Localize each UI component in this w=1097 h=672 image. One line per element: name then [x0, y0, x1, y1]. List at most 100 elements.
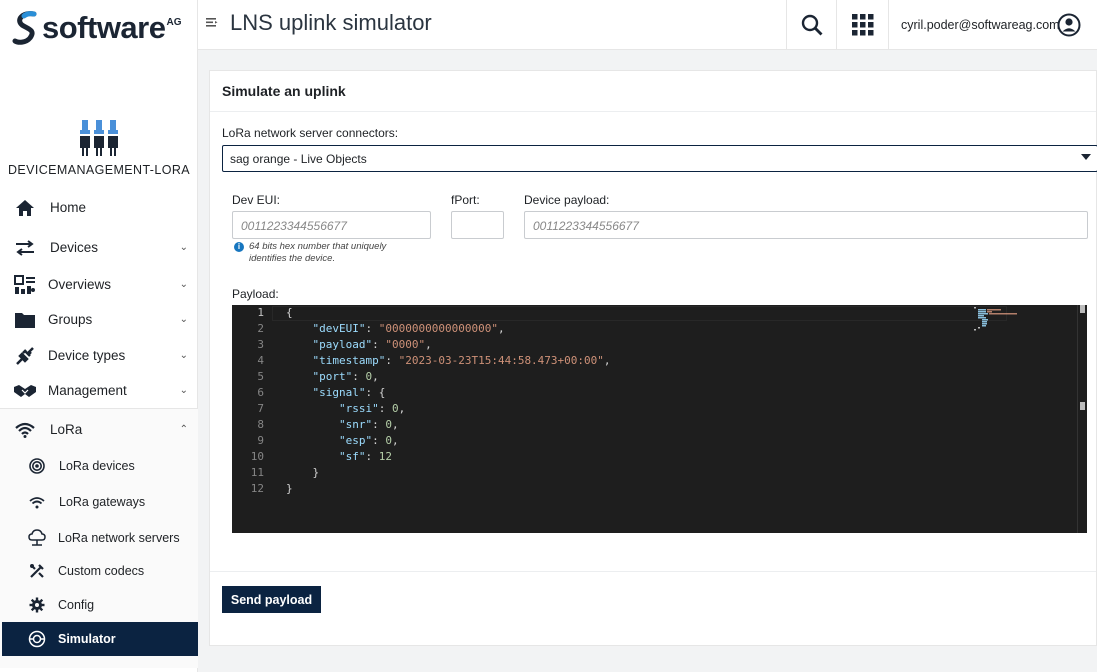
sidebar-item-overviews[interactable]: Overviews ⌄: [0, 270, 198, 300]
editor-scrollbar[interactable]: [1077, 305, 1087, 533]
chevron-down-icon: ⌄: [179, 279, 188, 290]
wifi-icon: [25, 490, 49, 514]
line-number: 11: [250, 466, 264, 479]
sidebar-item-label: LoRa network servers: [58, 531, 180, 545]
dev-eui-input[interactable]: 0011223344556677: [232, 211, 431, 239]
caret-down-icon: [1081, 154, 1091, 160]
code-token: "payload": [312, 338, 373, 351]
device-payload-input[interactable]: 0011223344556677: [524, 211, 1088, 239]
sidebar-item-lora-network-servers[interactable]: LoRa network servers: [0, 525, 198, 551]
sidebar-item-label: Overviews: [48, 277, 112, 292]
search-button[interactable]: [786, 0, 836, 50]
swap-arrows-icon: [13, 236, 37, 260]
payload-code-editor[interactable]: 1 2 3 4 5 6 7 8 9 10 11 12 { "devEUI": "00000000000…: [232, 305, 1087, 533]
brand-name: software: [42, 10, 166, 45]
app-icon: [80, 120, 118, 156]
apps-grid-icon: [851, 14, 873, 36]
software-ag-logo[interactable]: software AG: [12, 8, 181, 48]
dev-eui-label: Dev EUI:: [232, 193, 281, 207]
code-token: }: [286, 482, 293, 495]
gear-icon: [25, 593, 49, 617]
sidebar-item-lora-gateways[interactable]: LoRa gateways: [0, 489, 198, 515]
line-number: 3: [257, 338, 264, 351]
code-token: :: [378, 402, 392, 415]
sidebar-item-label: Simulator: [58, 632, 116, 646]
app-name: DEVICEMANAGEMENT-LORA: [7, 163, 191, 177]
code-token: ,: [398, 402, 406, 415]
code-token: "signal": [312, 386, 366, 399]
menu-toggle-icon[interactable]: [205, 16, 219, 30]
code-token: ,: [603, 354, 611, 367]
code-token: 0: [385, 434, 392, 447]
line-number: 4: [257, 354, 264, 367]
sidebar-item-home[interactable]: Home: [0, 193, 198, 223]
logo-swoosh-icon: [12, 11, 37, 45]
sidebar-item-groups[interactable]: Groups ⌄: [0, 305, 198, 335]
code-token: :: [372, 434, 386, 447]
code-line: "signal": {: [286, 385, 386, 401]
line-number: 2: [257, 322, 264, 335]
sidebar-item-label: LoRa devices: [59, 459, 135, 473]
send-payload-button[interactable]: Send payload: [222, 586, 321, 613]
handshake-icon: [13, 379, 37, 403]
code-line: {: [286, 305, 293, 321]
code-line: "payload": "0000",: [286, 337, 432, 353]
line-number: 1: [257, 306, 264, 319]
line-number: 8: [257, 418, 264, 431]
sidebar-item-simulator[interactable]: Simulator: [2, 622, 198, 656]
sidebar-item-config[interactable]: Config: [0, 592, 198, 618]
sidebar-item-label: Device types: [48, 348, 126, 363]
code-token: "sf": [338, 450, 366, 463]
line-number-gutter: 1 2 3 4 5 6 7 8 9 10 11 12: [232, 305, 272, 533]
sidebar: software AG DEVICEMANAGEMENT-LORA Home D…: [0, 0, 198, 672]
line-number: 10: [250, 450, 264, 463]
simulator-icon: [25, 627, 49, 651]
code-line: }: [286, 481, 293, 497]
code-token: 12: [378, 450, 392, 463]
sidebar-item-management[interactable]: Management ⌄: [0, 376, 198, 406]
target-icon: [25, 454, 49, 478]
sidebar-item-devices[interactable]: Devices ⌄: [0, 233, 198, 263]
line-number: 12: [250, 482, 264, 495]
code-line: }: [286, 465, 319, 481]
line-number: 5: [257, 370, 264, 383]
scroll-thumb[interactable]: [1080, 305, 1085, 313]
divider: [210, 571, 1096, 572]
fport-label: fPort:: [451, 193, 480, 207]
code-token: :: [372, 338, 386, 351]
code-line: "snr": 0,: [286, 417, 399, 433]
sidebar-item-device-types[interactable]: Device types ⌄: [0, 341, 198, 371]
code-token: "0000000000000000": [378, 322, 498, 335]
sidebar-item-custom-codecs[interactable]: Custom codecs: [0, 558, 198, 584]
folder-icon: [13, 308, 37, 332]
chevron-up-icon: ⌃: [179, 424, 188, 435]
wifi-icon: [13, 418, 37, 442]
code-token: ,: [391, 418, 399, 431]
code-line: "devEUI": "0000000000000000",: [286, 321, 505, 337]
code-token: 0: [391, 402, 399, 415]
code-token: 0: [385, 418, 392, 431]
code-token: :: [365, 322, 379, 335]
lora-group: LoRa ⌃ LoRa devices LoRa gateways LoRa n…: [0, 408, 198, 668]
connector-select[interactable]: sag orange - Live Objects: [222, 145, 1097, 172]
code-line: "esp": 0,: [286, 433, 399, 449]
sidebar-item-lora[interactable]: LoRa ⌃: [0, 415, 198, 445]
fport-input[interactable]: [451, 211, 504, 239]
search-icon: [801, 14, 822, 36]
user-menu[interactable]: cyril.poder@softwareag.com: [888, 0, 1097, 50]
chevron-down-icon: ⌄: [179, 242, 188, 253]
connector-selected-value: sag orange - Live Objects: [230, 152, 367, 166]
sidebar-item-label: Management: [48, 383, 127, 398]
app-switcher-button[interactable]: [836, 0, 888, 50]
sidebar-item-label: LoRa: [50, 422, 83, 437]
sidebar-item-lora-devices[interactable]: LoRa devices: [0, 453, 198, 479]
plug-icon: [13, 344, 37, 368]
user-avatar-icon: [1057, 13, 1081, 37]
code-token: "esp": [338, 434, 373, 447]
code-token: ,: [497, 322, 505, 335]
code-token: "devEUI": [312, 322, 366, 335]
